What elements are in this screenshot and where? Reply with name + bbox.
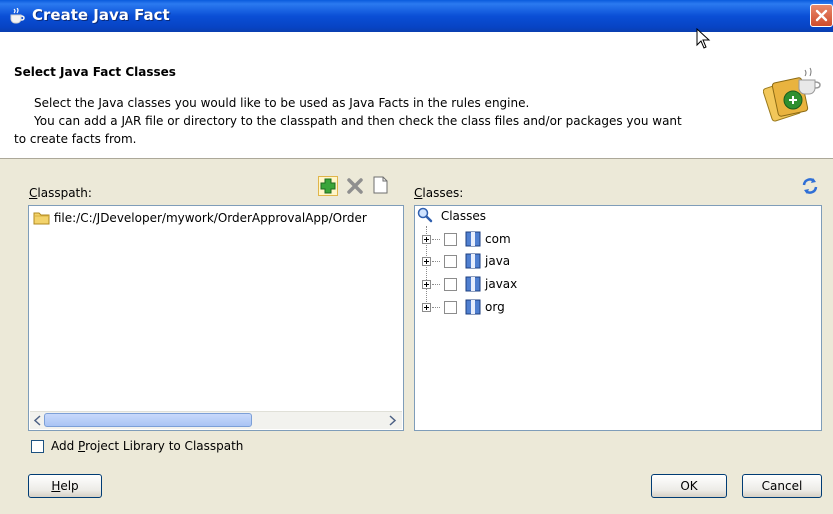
- list-item[interactable]: file:/C:/JDeveloper/mywork/OrderApproval…: [33, 210, 367, 226]
- refresh-icon[interactable]: [801, 177, 819, 195]
- header-title: Select Java Fact Classes: [14, 65, 176, 79]
- package-icon: [465, 299, 481, 315]
- classes-tree[interactable]: Classes com java javax org: [414, 205, 822, 431]
- package-checkbox[interactable]: [444, 278, 457, 291]
- classes-label: Classes:: [414, 186, 463, 200]
- package-checkbox[interactable]: [444, 233, 457, 246]
- tree-item-com[interactable]: com: [415, 230, 615, 248]
- cancel-button[interactable]: Cancel: [742, 474, 822, 498]
- expand-icon[interactable]: [422, 235, 431, 244]
- tree-root[interactable]: Classes: [417, 207, 486, 225]
- dialog-header: Select Java Fact Classes Select the Java…: [0, 32, 833, 159]
- new-file-icon[interactable]: [373, 176, 388, 194]
- package-checkbox[interactable]: [444, 255, 457, 268]
- java-cup-icon: [10, 8, 25, 24]
- tree-branch: [432, 284, 440, 285]
- close-icon: [815, 9, 828, 22]
- ok-button[interactable]: OK: [651, 474, 727, 498]
- tree-item-javax[interactable]: javax: [415, 275, 615, 293]
- expand-icon[interactable]: [422, 280, 431, 289]
- help-button[interactable]: Help: [28, 474, 102, 498]
- scroll-left-icon[interactable]: [32, 414, 44, 427]
- classpath-list[interactable]: file:/C:/JDeveloper/mywork/OrderApproval…: [28, 205, 404, 431]
- header-description-line-2: You can add a JAR file or directory to t…: [34, 114, 682, 128]
- classpath-item-label: file:/C:/JDeveloper/mywork/OrderApproval…: [53, 211, 367, 225]
- window-title: Create Java Fact: [32, 6, 170, 24]
- package-icon: [465, 253, 481, 269]
- package-label: javax: [485, 277, 518, 291]
- classpath-label-text: lasspath:: [37, 186, 92, 200]
- close-button[interactable]: [810, 4, 833, 27]
- add-project-library-label[interactable]: Add Project Library to Classpath: [51, 439, 243, 453]
- header-description-line-1: Select the Java classes you would like t…: [34, 96, 530, 110]
- delete-icon[interactable]: [347, 178, 363, 194]
- header-description-line-3: to create facts from.: [14, 132, 137, 146]
- tree-item-org[interactable]: org: [415, 298, 615, 316]
- scrollbar-thumb[interactable]: [44, 413, 252, 427]
- package-icon: [465, 231, 481, 247]
- search-icon: [417, 207, 433, 223]
- add-project-library-checkbox[interactable]: [31, 440, 44, 453]
- package-label: com: [485, 232, 511, 246]
- tree-branch: [432, 261, 440, 262]
- mouse-cursor-icon: [696, 28, 711, 49]
- add-library-label-pre: Add: [51, 439, 79, 453]
- tree-root-label: Classes: [440, 209, 487, 223]
- classpath-label: Classpath:: [29, 186, 92, 200]
- tree-branch: [432, 307, 440, 308]
- help-button-label: elp: [60, 479, 79, 493]
- classes-label-text: lasses:: [422, 186, 464, 200]
- package-icon: [465, 276, 481, 292]
- create-java-fact-dialog: Create Java Fact Select Java Fact Classe…: [0, 0, 833, 514]
- java-fact-wizard-icon: [763, 67, 821, 122]
- expand-icon[interactable]: [422, 257, 431, 266]
- folder-icon: [33, 212, 50, 225]
- tree-branch: [432, 239, 440, 240]
- help-button-mnemonic: H: [51, 479, 61, 493]
- expand-icon[interactable]: [422, 303, 431, 312]
- add-library-label-post: roject Library to Classpath: [85, 439, 244, 453]
- package-label: org: [485, 300, 505, 314]
- package-label: java: [485, 254, 511, 268]
- scroll-right-icon[interactable]: [386, 414, 398, 427]
- add-icon[interactable]: [318, 176, 338, 196]
- horizontal-scrollbar[interactable]: [30, 411, 402, 429]
- tree-item-java[interactable]: java: [415, 252, 615, 270]
- package-checkbox[interactable]: [444, 301, 457, 314]
